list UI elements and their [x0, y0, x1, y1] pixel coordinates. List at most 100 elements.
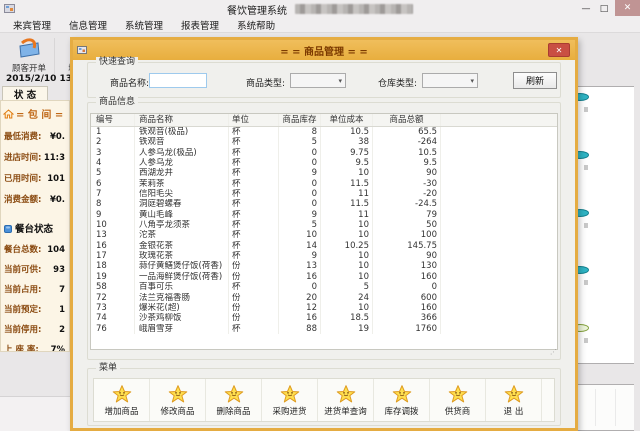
table-row[interactable]: 76 峨眉雪芽 杯 88 19 1760: [91, 324, 557, 334]
cell-total: 366: [373, 313, 441, 323]
table-row[interactable]: 16 金银花茶 杯 14 10.25 145.75: [91, 241, 557, 251]
table-row[interactable]: 1 铁观音(极品) 杯 8 10.5 65.5: [91, 127, 557, 137]
cell-unit: 份: [229, 313, 279, 323]
refresh-button[interactable]: 刷新: [513, 72, 557, 89]
table-row[interactable]: 18 蒜仔黄鳝煲仔饭(荷香) 份 13 10 130: [91, 261, 557, 271]
table-row[interactable]: 5 西湖龙井 杯 9 10 90: [91, 168, 557, 178]
menu-star-button[interactable]: 退 出: [486, 379, 542, 421]
menubar-item[interactable]: 系统管理: [116, 18, 172, 32]
cell-name: 百事可乐: [135, 282, 229, 292]
product-table[interactable]: 编号 商品名称 单位 商品库存 单位成本 商品总额 1 铁观音(极品) 杯 8 …: [90, 113, 558, 350]
table-row[interactable]: 7 信阳毛尖 杯 0 11 -20: [91, 189, 557, 199]
column-header[interactable]: 商品名称: [135, 114, 229, 126]
menubar-item[interactable]: 报表管理: [172, 18, 228, 32]
cell-stock: 9: [279, 210, 321, 220]
bottom-right-panel: [576, 384, 634, 431]
cell-cost: 5: [321, 282, 373, 292]
table-row[interactable]: 74 沙茶鸡柳饭 份 16 18.5 366: [91, 313, 557, 323]
product-name-label: 商品名称:: [110, 76, 149, 89]
star-face-icon: [224, 384, 244, 404]
resize-grip-icon[interactable]: ⋰: [550, 348, 557, 356]
menu-star-button[interactable]: 库存调拨: [374, 379, 430, 421]
cell-unit: 杯: [229, 241, 279, 251]
dialog-titlebar[interactable]: = = 商品管理 = = ✕: [73, 40, 575, 60]
menu-star-button[interactable]: 删除商品: [206, 379, 262, 421]
cell-name: 黄山毛峰: [135, 210, 229, 220]
table-row[interactable]: 4 人参乌龙 杯 0 9.5 9.5: [91, 158, 557, 168]
table-row[interactable]: 73 爆米花(超) 份 12 10 160: [91, 303, 557, 313]
cell-id: 72: [91, 293, 135, 303]
menubar-item[interactable]: 来宾管理: [4, 18, 60, 32]
menu-star-button[interactable]: 供货商: [430, 379, 486, 421]
menu-star-button[interactable]: 进货单查询: [318, 379, 374, 421]
cell-unit: 杯: [229, 282, 279, 292]
cell-total: 50: [373, 220, 441, 230]
warehouse-type-select[interactable]: ▾: [422, 73, 478, 88]
menubar-item[interactable]: 系统帮助: [228, 18, 284, 32]
product-type-select[interactable]: ▾: [290, 73, 346, 88]
menubar-item[interactable]: 信息管理: [60, 18, 116, 32]
cell-unit: 杯: [229, 137, 279, 147]
cell-cost: 10.5: [321, 127, 373, 137]
table-row[interactable]: 2 铁观音 杯 5 38 -264: [91, 137, 557, 147]
cell-cost: 10.25: [321, 241, 373, 251]
cell-total: 160: [373, 303, 441, 313]
minimize-button[interactable]: —: [578, 2, 594, 16]
menu-star-button[interactable]: 采购进货: [262, 379, 318, 421]
window-titlebar: 餐饮管理系统 — □ ✕: [0, 0, 640, 18]
star-face-icon: [168, 384, 188, 404]
quick-query-title: 快速查询: [96, 57, 138, 68]
table-row[interactable]: 19 一品海鲜煲仔饭(荷香) 份 16 10 160: [91, 272, 557, 282]
menu-star-button[interactable]: 增加商品: [94, 379, 150, 421]
product-name-input[interactable]: [149, 73, 207, 88]
cell-stock: 0: [279, 189, 321, 199]
customer-order-icon: [16, 36, 42, 60]
stat-label: 当前可供:: [4, 266, 41, 275]
table-row[interactable]: 10 八角亭龙须茶 杯 5 10 50: [91, 220, 557, 230]
cell-name: 一品海鲜煲仔饭(荷香): [135, 272, 229, 282]
column-header[interactable]: 编号: [91, 114, 135, 126]
cell-stock: 0: [279, 158, 321, 168]
cell-unit: 杯: [229, 127, 279, 137]
cell-name: 铁观音(极品): [135, 127, 229, 137]
column-header[interactable]: 商品总额: [373, 114, 441, 126]
dialog-title: = = 商品管理 = =: [73, 43, 575, 58]
table-row[interactable]: 72 法兰克福香肠 份 20 24 600: [91, 293, 557, 303]
stat-row: 消费金额: ¥0.: [1, 196, 69, 205]
table-row[interactable]: 3 人参乌龙(极品) 杯 0 9.75 10.5: [91, 148, 557, 158]
table-status-section-header: 餐台状态: [1, 205, 69, 235]
tab-status[interactable]: 状 态: [2, 86, 48, 100]
table-row[interactable]: 9 黄山毛峰 杯 9 11 79: [91, 210, 557, 220]
cell-total: 100: [373, 230, 441, 240]
table-row[interactable]: 17 玫瑰花茶 杯 9 10 90: [91, 251, 557, 261]
cell-id: 74: [91, 313, 135, 323]
table-row[interactable]: 6 茉莉茶 杯 0 11.5 -30: [91, 179, 557, 189]
stat-value: 7: [59, 286, 65, 295]
cell-stock: 9: [279, 251, 321, 261]
menu-button-label: 进货单查询: [324, 405, 367, 417]
column-header[interactable]: 单位: [229, 114, 279, 126]
cell-stock: 13: [279, 261, 321, 271]
table-caption-mark: [584, 107, 588, 112]
close-window-button[interactable]: ✕: [615, 0, 640, 16]
cell-id: 10: [91, 220, 135, 230]
column-header[interactable]: 商品库存: [279, 114, 321, 126]
table-row[interactable]: 8 洞庭碧螺春 杯 0 11.5 -24.5: [91, 199, 557, 209]
cell-total: -20: [373, 189, 441, 199]
table-row[interactable]: 58 百事可乐 杯 0 5 0: [91, 282, 557, 292]
stat-label: 最低消费:: [4, 133, 41, 142]
dialog-close-button[interactable]: ✕: [548, 43, 570, 57]
cell-name: 信阳毛尖: [135, 189, 229, 199]
toolbar-button-customer-order[interactable]: 顾客开单: [4, 36, 54, 76]
cell-name: 玫瑰花茶: [135, 251, 229, 261]
menu-star-button[interactable]: 修改商品: [150, 379, 206, 421]
cell-unit: 杯: [229, 148, 279, 158]
maximize-button[interactable]: □: [596, 2, 612, 16]
cell-name: 洞庭碧螺春: [135, 199, 229, 209]
cell-id: 3: [91, 148, 135, 158]
cell-id: 2: [91, 137, 135, 147]
cell-cost: 11.5: [321, 179, 373, 189]
cell-total: 0: [373, 282, 441, 292]
column-header[interactable]: 单位成本: [321, 114, 373, 126]
table-row[interactable]: 13 沱茶 杯 10 10 100: [91, 230, 557, 240]
